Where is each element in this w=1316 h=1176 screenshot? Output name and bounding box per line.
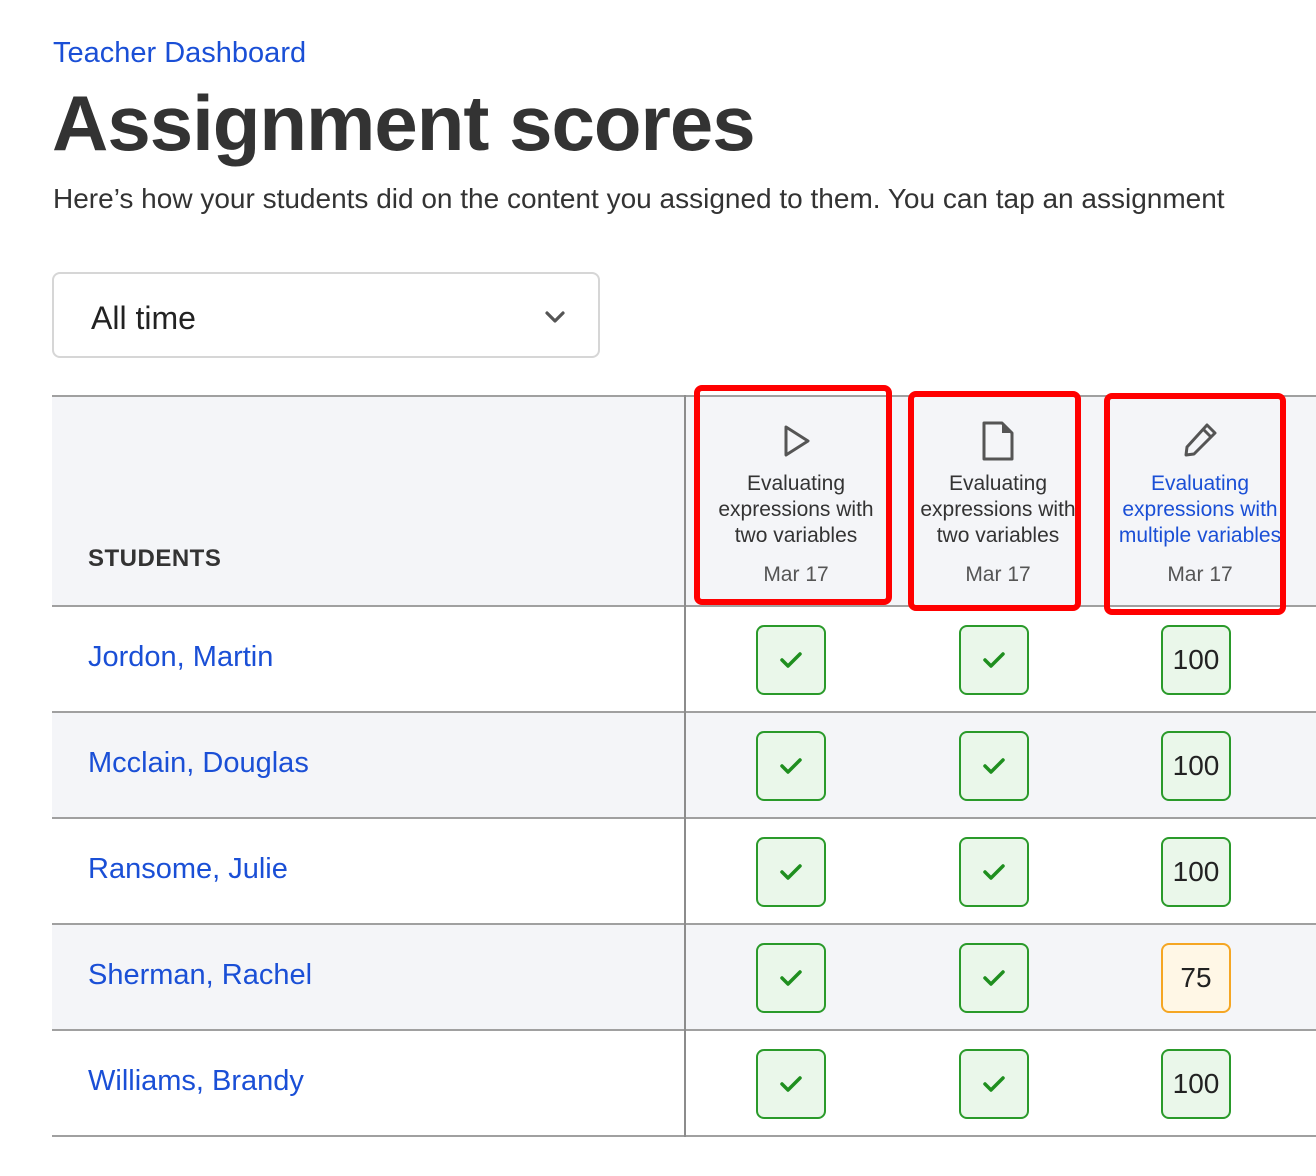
time-range-value: All time (91, 300, 196, 336)
checkmark-icon (780, 758, 802, 774)
score-cell-complete[interactable] (756, 731, 826, 801)
score-cell-complete[interactable] (959, 731, 1029, 801)
score-cell[interactable]: 100 (1161, 1049, 1231, 1119)
checkmark-icon (983, 970, 1005, 986)
score-cell-complete[interactable] (959, 837, 1029, 907)
score-cell-complete[interactable] (959, 1049, 1029, 1119)
checkmark-icon (983, 1076, 1005, 1092)
student-link[interactable]: Jordon, Martin (88, 641, 273, 674)
score-cell-complete[interactable] (959, 625, 1029, 695)
students-column-header: STUDENTS (88, 545, 222, 572)
score-cell[interactable]: 100 (1161, 837, 1231, 907)
checkmark-icon (780, 970, 802, 986)
play-icon (784, 425, 810, 457)
student-link[interactable]: Mcclain, Douglas (88, 747, 309, 780)
score-cell-complete[interactable] (756, 625, 826, 695)
assignment-date: Mar 17 (763, 563, 829, 586)
student-link[interactable]: Ransome, Julie (88, 853, 288, 886)
document-icon (982, 421, 1014, 461)
score-cell[interactable]: 100 (1161, 625, 1231, 695)
breadcrumb-teacher-dashboard[interactable]: Teacher Dashboard (53, 37, 306, 70)
time-range-select[interactable]: All time (52, 272, 600, 358)
checkmark-icon (780, 1076, 802, 1092)
checkmark-icon (780, 652, 802, 668)
student-link[interactable]: Williams, Brandy (88, 1065, 304, 1098)
assignment-name: Evaluating expressions with two variable… (920, 472, 1076, 547)
checkmark-icon (780, 864, 802, 880)
score-cell-complete[interactable] (756, 837, 826, 907)
score-cell[interactable]: 100 (1161, 731, 1231, 801)
assignment-header-1[interactable]: Evaluating expressions with two variable… (708, 397, 884, 609)
assignment-name-link[interactable]: Evaluating expressions with multiple var… (1112, 471, 1288, 549)
page-description: Here’s how your students did on the cont… (53, 183, 1225, 214)
pencil-icon (1184, 423, 1217, 457)
score-cell-warning[interactable]: 75 (1161, 943, 1231, 1013)
score-cell-complete[interactable] (756, 1049, 826, 1119)
chevron-down-icon (545, 311, 565, 323)
checkmark-icon (983, 864, 1005, 880)
checkmark-icon (983, 652, 1005, 668)
assignment-name: Evaluating expressions with two variable… (718, 472, 874, 547)
checkmark-icon (983, 758, 1005, 774)
page-title: Assignment scores (52, 79, 756, 167)
score-cell-complete[interactable] (756, 943, 826, 1013)
assignment-date: Mar 17 (965, 563, 1031, 586)
column-divider (684, 395, 686, 1137)
assignment-header-3[interactable]: Evaluating expressions with multiple var… (1112, 397, 1288, 609)
assignment-date: Mar 17 (1167, 563, 1233, 586)
assignment-header-2[interactable]: Evaluating expressions with two variable… (910, 397, 1086, 609)
score-cell-complete[interactable] (959, 943, 1029, 1013)
student-link[interactable]: Sherman, Rachel (88, 959, 312, 992)
